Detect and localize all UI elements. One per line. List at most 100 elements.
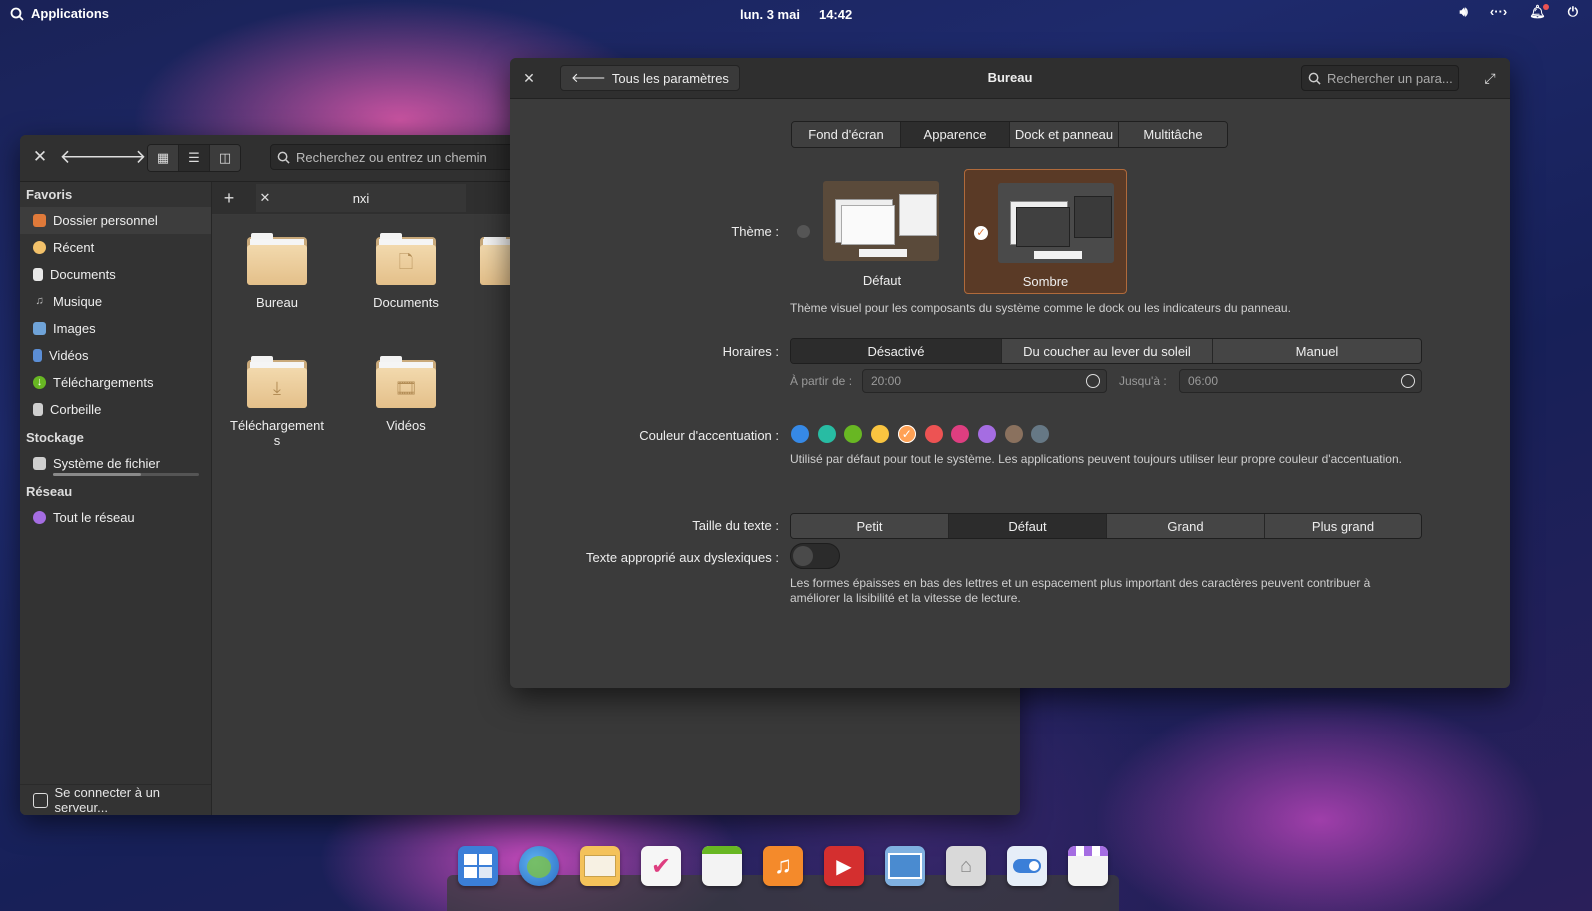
photos-icon[interactable] (885, 846, 925, 886)
network-icon[interactable]: ‹··› (1490, 5, 1507, 18)
grid-view-icon[interactable]: ▦ (148, 145, 179, 171)
music-icon[interactable]: ♫ (763, 846, 803, 886)
clock-icon (1086, 374, 1100, 388)
connect-server-button[interactable]: Se connecter à un serveur... (20, 784, 211, 815)
appcenter-icon[interactable] (1068, 846, 1108, 886)
accent-swatch-2[interactable] (817, 425, 836, 443)
sidebar-item-music[interactable]: ♫ Musique (20, 288, 211, 315)
network-globe-icon (33, 511, 46, 524)
back-arrow-icon[interactable]: 🡐 (60, 147, 111, 168)
sidebar-item-label: Système de fichier (53, 456, 160, 471)
path-search-input[interactable]: Recherchez ou entrez un chemin (270, 144, 530, 170)
recent-icon (33, 241, 46, 254)
connect-server-label: Se connecter à un serveur... (54, 785, 161, 815)
theme-default-radio[interactable] (797, 225, 810, 238)
close-icon[interactable]: ✕ (30, 147, 50, 167)
schedule-disabled-option[interactable]: Désactivé (791, 339, 1002, 363)
theme-dark-preview (998, 183, 1114, 263)
videos-icon[interactable]: ▶ (824, 846, 864, 886)
applications-menu[interactable]: Applications (10, 6, 109, 21)
accent-swatch-5[interactable]: ✓ (897, 425, 916, 443)
accent-swatch-8[interactable] (977, 425, 996, 443)
search-icon (277, 151, 290, 164)
dyslexia-description: Les formes épaisses en bas des lettres e… (790, 576, 1370, 606)
accent-swatch-7[interactable] (951, 425, 970, 443)
storage-usage-bar (53, 473, 199, 476)
folder-bureau[interactable]: Bureau (222, 233, 332, 310)
list-view-icon[interactable]: ☰ (179, 145, 210, 171)
mail-icon[interactable] (580, 846, 620, 886)
tab-wallpaper[interactable]: Fond d'écran (792, 122, 901, 147)
path-search-placeholder: Recherchez ou entrez un chemin (296, 149, 487, 165)
notifications-icon[interactable]: 🔔︎ (1529, 4, 1549, 18)
text-size-larger-option[interactable]: Plus grand (1265, 514, 1421, 538)
accent-swatch-3[interactable] (844, 425, 863, 443)
theme-description: Thème visuel pour les composants du syst… (790, 301, 1291, 315)
web-browser-icon[interactable] (519, 846, 559, 886)
column-view-icon[interactable]: ◫ (210, 145, 240, 171)
text-size-large-option[interactable]: Grand (1107, 514, 1265, 538)
from-time-input[interactable]: 20:00 (862, 369, 1107, 393)
tab-multitasking[interactable]: Multitâche (1119, 122, 1227, 147)
to-time-input[interactable]: 06:00 (1179, 369, 1422, 393)
schedule-manual-option[interactable]: Manuel (1213, 339, 1421, 363)
sidebar-item-label: Images (53, 321, 96, 336)
files-sidebar: Favoris Dossier personnel Récent Documen… (20, 182, 212, 815)
text-size-label: Taille du texte : (692, 518, 779, 533)
folder-label: Bureau (256, 295, 298, 310)
sidebar-item-network[interactable]: Tout le réseau (20, 504, 211, 531)
sidebar-item-label: Documents (50, 267, 116, 282)
sidebar-item-filesystem[interactable]: Système de fichier (20, 450, 211, 477)
multitasking-view-icon[interactable] (458, 846, 498, 886)
folder-videos[interactable]: 🎞 Vidéos (351, 356, 461, 433)
tab-appearance[interactable]: Apparence (901, 122, 1010, 147)
close-tab-icon[interactable]: ✕ (256, 188, 274, 208)
sidebar-item-recent[interactable]: Récent (20, 234, 211, 261)
settings-headerbar: ✕ 🡐 Tous les paramètres Bureau Recherche… (510, 58, 1510, 99)
text-size-switcher: Petit Défaut Grand Plus grand (790, 513, 1422, 539)
sidebar-item-label: Corbeille (50, 402, 102, 417)
sidebar-item-videos[interactable]: Vidéos (20, 342, 211, 369)
to-time-value: 06:00 (1188, 374, 1219, 388)
schedule-mode-switcher: Désactivé Du coucher au lever du soleil … (790, 338, 1422, 364)
tab-nxi[interactable]: ✕ nxi (256, 184, 466, 212)
dyslexia-label: Texte approprié aux dyslexiques : (586, 550, 779, 565)
accent-swatch-6[interactable] (924, 425, 943, 443)
maximize-icon[interactable]: ⤢ (1480, 68, 1500, 88)
theme-default-card[interactable]: Défaut (823, 181, 941, 291)
sidebar-item-label: Récent (53, 240, 95, 255)
folder-documents[interactable]: 🗋 Documents (351, 233, 461, 310)
forward-arrow-icon[interactable]: 🡒 (96, 147, 147, 168)
sidebar-item-images[interactable]: Images (20, 315, 211, 342)
new-tab-icon[interactable]: + (220, 188, 238, 208)
theme-dark-card[interactable]: ✓ Sombre (964, 169, 1127, 294)
sidebar-item-trash[interactable]: Corbeille (20, 396, 211, 423)
settings-icon[interactable] (1007, 846, 1047, 886)
sidebar-item-home[interactable]: Dossier personnel (20, 207, 211, 234)
folder-downloads[interactable]: ⤓ Téléchargements (222, 356, 332, 448)
accent-swatch-9[interactable] (1004, 425, 1023, 443)
datetime-indicator[interactable]: lun. 3 mai 14:42 (740, 7, 852, 22)
folder-label: Documents (373, 295, 439, 310)
tasks-icon[interactable]: ✔ (641, 846, 681, 886)
sidebar-header-favorites: Favoris (26, 187, 73, 202)
dyslexia-toggle[interactable] (790, 543, 840, 569)
images-icon (33, 322, 46, 335)
calendar-icon[interactable] (702, 846, 742, 886)
files-icon[interactable]: ⌂ (946, 846, 986, 886)
tab-dock-panel[interactable]: Dock et panneau (1010, 122, 1119, 147)
text-size-small-option[interactable]: Petit (791, 514, 949, 538)
sidebar-item-documents[interactable]: Documents (20, 261, 211, 288)
schedule-sunset-option[interactable]: Du coucher au lever du soleil (1002, 339, 1213, 363)
power-icon[interactable]: ⏻ (1568, 5, 1578, 18)
accent-swatch-4[interactable] (871, 425, 890, 443)
accent-swatch-10[interactable] (1031, 425, 1050, 443)
search-icon (1308, 72, 1321, 85)
accent-swatch-1[interactable] (791, 425, 809, 443)
videos-icon (33, 349, 42, 362)
text-size-default-option[interactable]: Défaut (949, 514, 1107, 538)
volume-icon[interactable]: 🔊︎ (1460, 5, 1468, 18)
settings-search-input[interactable]: Rechercher un para... (1301, 65, 1459, 91)
sidebar-item-downloads[interactable]: ↓ Téléchargements (20, 369, 211, 396)
schedule-label: Horaires : (722, 344, 779, 359)
